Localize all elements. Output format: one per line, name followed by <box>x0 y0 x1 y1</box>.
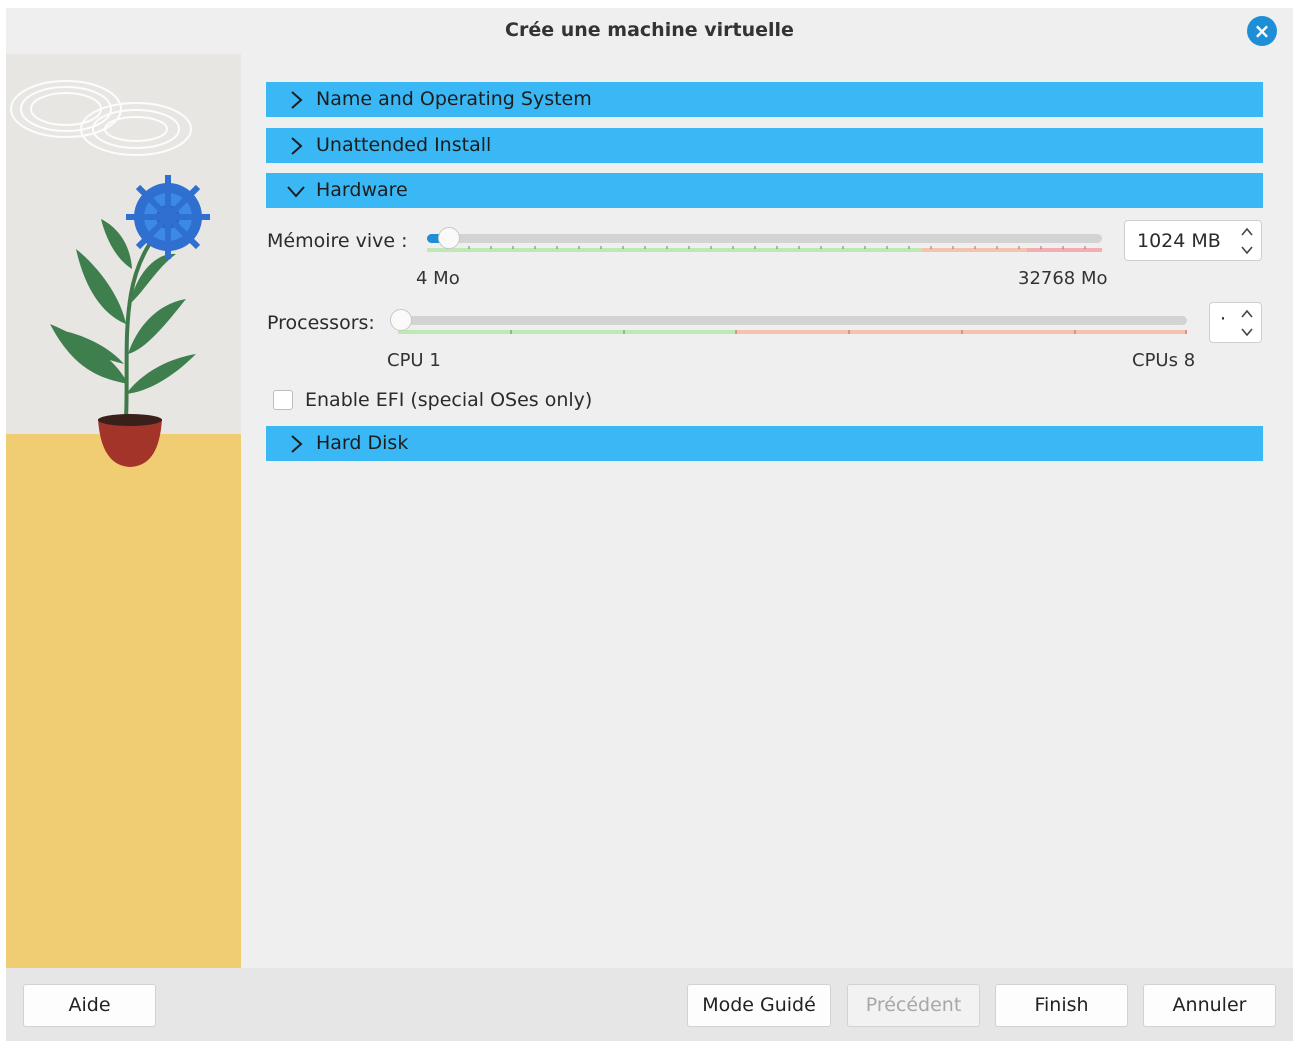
dialog-footer: Aide Mode Guidé Précédent Finish Annuler <box>6 968 1293 1041</box>
chevron-right-icon <box>291 435 303 453</box>
memory-min-label: 4 Mo <box>416 268 460 289</box>
memory-value: 1024 MB <box>1137 230 1221 252</box>
memory-spinbox[interactable]: 1024 MB <box>1124 220 1262 261</box>
section-unattended-label: Unattended Install <box>316 134 492 156</box>
window-title: Crée une machine virtuelle <box>505 19 794 41</box>
section-hardware-label: Hardware <box>316 179 408 201</box>
memory-slider-track[interactable] <box>427 234 1102 243</box>
memory-scale <box>427 246 1102 252</box>
create-vm-dialog: Crée une machine virtuelle × Name and Op… <box>6 8 1293 1041</box>
plant-illustration <box>6 54 241 968</box>
processors-slider-handle[interactable] <box>390 309 412 331</box>
guided-mode-button[interactable]: Mode Guidé <box>687 984 831 1027</box>
memory-slider-handle[interactable] <box>438 227 460 249</box>
processors-slider-track[interactable] <box>398 316 1187 325</box>
processors-max-label: CPUs 8 <box>1132 350 1196 371</box>
processors-spinbox[interactable]: · <box>1209 302 1262 343</box>
title-bar: Crée une machine virtuelle × <box>6 8 1293 54</box>
chevron-down-icon <box>287 186 305 198</box>
cancel-button[interactable]: Annuler <box>1143 984 1276 1027</box>
section-unattended[interactable]: Unattended Install <box>266 128 1263 163</box>
wizard-content: Name and Operating System Unattended Ins… <box>241 54 1293 968</box>
processors-scale <box>398 330 1187 334</box>
close-icon[interactable]: × <box>1247 16 1277 46</box>
section-name-os-label: Name and Operating System <box>316 88 592 110</box>
section-name-os[interactable]: Name and Operating System <box>266 82 1263 117</box>
memory-label: Mémoire vive : <box>267 230 408 252</box>
processors-value: · <box>1220 308 1227 330</box>
spin-arrows-icon[interactable] <box>1239 305 1255 341</box>
previous-button[interactable]: Précédent <box>847 984 980 1027</box>
wizard-illustration <box>6 54 241 968</box>
processors-label: Processors: <box>267 312 375 334</box>
chevron-right-icon <box>291 91 303 109</box>
chevron-right-icon <box>291 137 303 155</box>
section-hard-disk-label: Hard Disk <box>316 432 409 454</box>
section-hard-disk[interactable]: Hard Disk <box>266 426 1263 461</box>
help-button[interactable]: Aide <box>23 984 156 1027</box>
memory-max-label: 32768 Mo <box>1018 268 1108 289</box>
efi-label[interactable]: Enable EFI (special OSes only) <box>305 389 592 411</box>
processors-min-label: CPU 1 <box>387 350 441 371</box>
spin-arrows-icon[interactable] <box>1239 223 1255 259</box>
finish-button[interactable]: Finish <box>995 984 1128 1027</box>
section-hardware[interactable]: Hardware <box>266 173 1263 208</box>
efi-checkbox[interactable] <box>273 390 293 410</box>
